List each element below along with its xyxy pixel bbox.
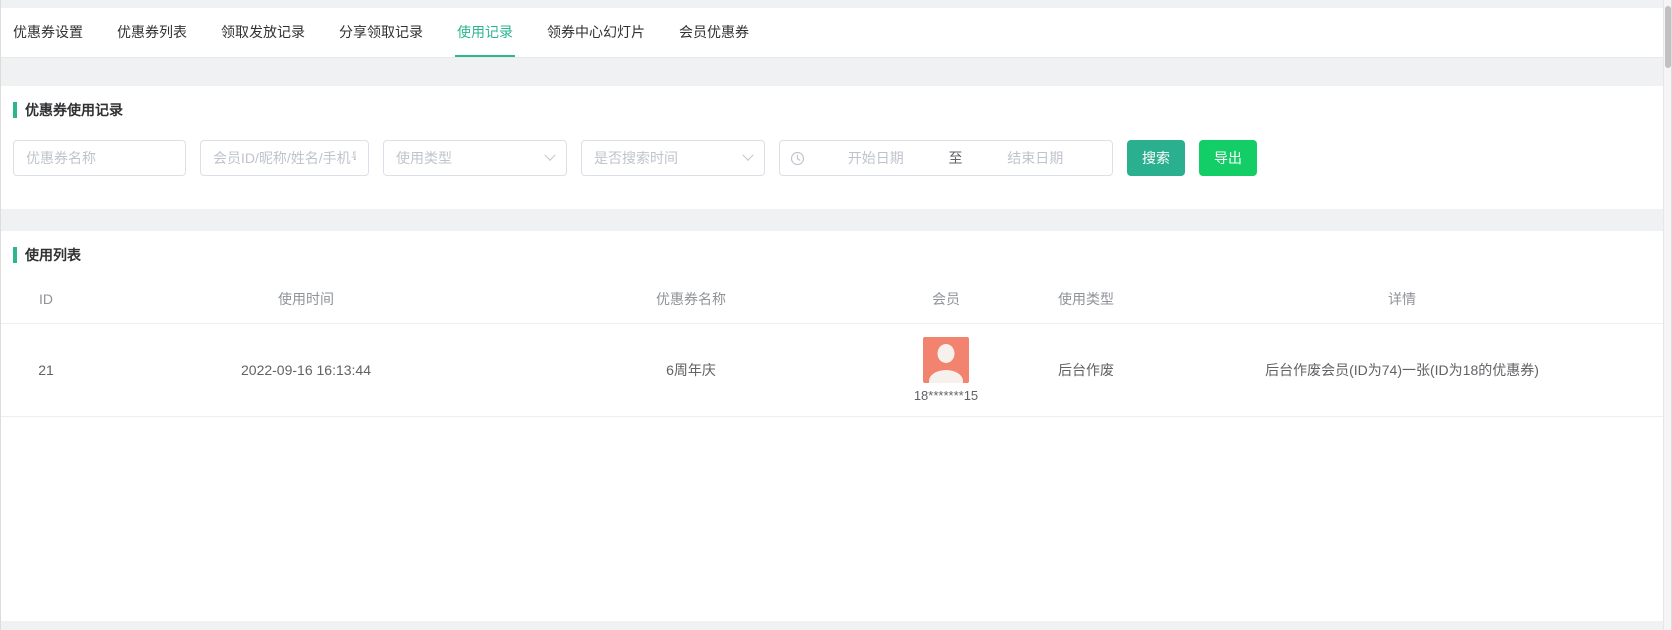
chevron-down-icon	[742, 150, 753, 161]
spacer	[1, 58, 1671, 86]
column-header-detail: 详情	[1141, 275, 1663, 323]
search-time-select[interactable]: 是否搜索时间	[581, 140, 765, 176]
scrollbar[interactable]	[1663, 0, 1671, 630]
clock-icon	[790, 151, 805, 166]
date-range-separator: 至	[943, 148, 969, 168]
table-header-row: ID 使用时间 优惠券名称 会员 使用类型 详情	[1, 275, 1663, 323]
tab-claim-issue-records[interactable]: 领取发放记录	[219, 8, 307, 57]
tab-bar: 优惠券设置 优惠券列表 领取发放记录 分享领取记录 使用记录 领券中心幻灯片 会…	[1, 8, 1663, 58]
column-header-member: 会员	[861, 275, 1031, 323]
cell-id: 21	[1, 323, 91, 416]
scrollbar-thumb[interactable]	[1665, 6, 1671, 68]
use-type-select[interactable]: 使用类型	[383, 140, 567, 176]
table-row: 21 2022-09-16 16:13:44 6周年庆 18*******15 …	[1, 323, 1663, 416]
tab-member-coupons[interactable]: 会员优惠券	[677, 8, 751, 57]
tab-coupon-settings[interactable]: 优惠券设置	[11, 8, 85, 57]
filter-panel-title: 优惠券使用记录	[25, 100, 123, 120]
export-button[interactable]: 导出	[1199, 140, 1257, 176]
column-header-id: ID	[1, 275, 91, 323]
usage-table: ID 使用时间 优惠券名称 会员 使用类型 详情 21 2022-09-16 1…	[1, 275, 1663, 417]
cell-detail: 后台作废会员(ID为74)一张(ID为18的优惠券)	[1141, 323, 1663, 416]
usage-list-panel: 使用列表 ID 使用时间 优惠券名称 会员 使用类型 详情 21 2022-09…	[1, 231, 1663, 621]
search-time-select-value: 是否搜索时间	[594, 148, 678, 168]
cell-member: 18*******15	[861, 323, 1031, 416]
title-accent-bar	[13, 102, 17, 118]
top-strip	[1, 0, 1671, 8]
member-search-input[interactable]	[200, 140, 369, 176]
filter-row: 使用类型 是否搜索时间 至 搜索 导出	[1, 120, 1663, 176]
tab-coupon-center-slides[interactable]: 领券中心幻灯片	[545, 8, 647, 57]
avatar-head-shape	[938, 344, 955, 363]
member-avatar	[923, 337, 969, 383]
title-accent-bar	[13, 247, 17, 263]
filter-panel: 优惠券使用记录 使用类型 是否搜索时间 至	[1, 86, 1663, 209]
tab-coupon-list[interactable]: 优惠券列表	[115, 8, 189, 57]
tab-usage-records[interactable]: 使用记录	[455, 8, 515, 57]
tab-share-claim-records[interactable]: 分享领取记录	[337, 8, 425, 57]
date-range-picker[interactable]: 至	[779, 140, 1113, 176]
chevron-down-icon	[544, 150, 555, 161]
start-date-input[interactable]	[809, 150, 943, 166]
cell-use-time: 2022-09-16 16:13:44	[91, 323, 521, 416]
cell-use-type: 后台作废	[1031, 323, 1141, 416]
coupon-name-input[interactable]	[13, 140, 186, 176]
coupon-admin-page: 优惠券设置 优惠券列表 领取发放记录 分享领取记录 使用记录 领券中心幻灯片 会…	[0, 0, 1672, 630]
avatar-shoulders-shape	[929, 370, 963, 383]
search-button[interactable]: 搜索	[1127, 140, 1185, 176]
column-header-use-type: 使用类型	[1031, 275, 1141, 323]
cell-coupon-name: 6周年庆	[521, 323, 861, 416]
use-type-select-value: 使用类型	[396, 148, 452, 168]
list-panel-title: 使用列表	[25, 245, 81, 265]
column-header-use-time: 使用时间	[91, 275, 521, 323]
member-phone: 18*******15	[861, 388, 1031, 403]
list-section-title: 使用列表	[1, 231, 1663, 265]
filter-section-title: 优惠券使用记录	[1, 86, 1663, 120]
spacer	[1, 209, 1671, 231]
end-date-input[interactable]	[969, 150, 1103, 166]
column-header-coupon-name: 优惠券名称	[521, 275, 861, 323]
